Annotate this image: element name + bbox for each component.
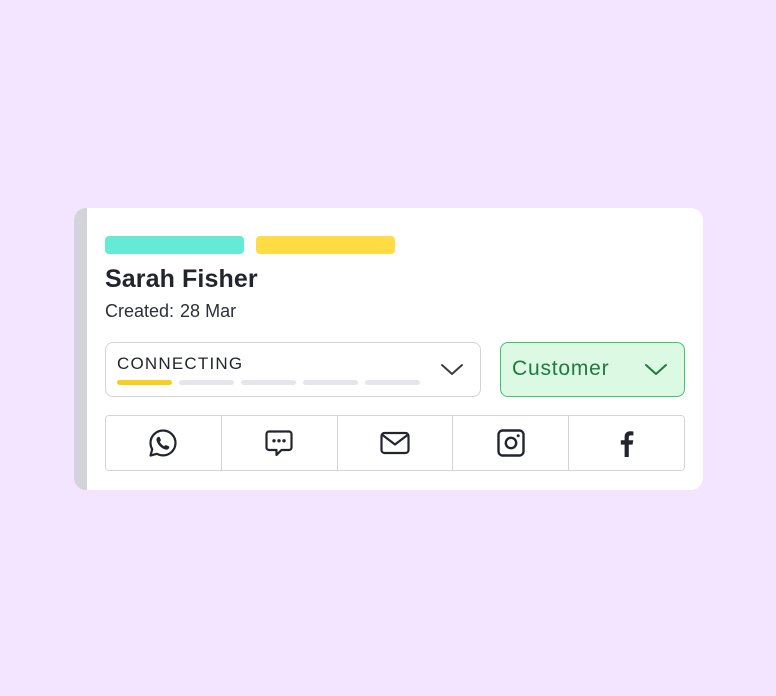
tag-yellow[interactable] bbox=[256, 236, 395, 254]
contact-type-dropdown[interactable]: Customer bbox=[500, 342, 685, 397]
email-button[interactable] bbox=[337, 416, 454, 470]
stage-progress-segment bbox=[179, 380, 234, 385]
stage-progress-segment bbox=[117, 380, 172, 385]
stage-progress-segment bbox=[241, 380, 296, 385]
mail-icon bbox=[380, 431, 410, 455]
created-label: Created: bbox=[105, 301, 175, 321]
channel-buttons bbox=[105, 415, 685, 471]
contact-card[interactable]: Sarah Fisher Created: 28 Mar CONNECTING C… bbox=[74, 208, 703, 490]
chevron-down-icon bbox=[441, 364, 463, 375]
tag-teal[interactable] bbox=[105, 236, 244, 254]
stage-progress-segment bbox=[303, 380, 358, 385]
whatsapp-icon bbox=[149, 429, 177, 457]
created-date: Created: 28 Mar bbox=[105, 301, 236, 322]
stage-dropdown[interactable]: CONNECTING bbox=[105, 342, 481, 397]
stage-progress-segment bbox=[365, 380, 420, 385]
facebook-button[interactable] bbox=[569, 416, 684, 470]
chat-bubble-icon bbox=[265, 430, 293, 457]
contact-type-label: Customer bbox=[512, 357, 610, 380]
card-accent-bar bbox=[74, 208, 87, 490]
stage-label: CONNECTING bbox=[117, 354, 244, 373]
created-value: 28 Mar bbox=[180, 301, 237, 321]
contact-name: Sarah Fisher bbox=[105, 265, 258, 293]
chevron-down-icon bbox=[645, 364, 667, 375]
whatsapp-button[interactable] bbox=[106, 416, 222, 470]
stage-progress bbox=[117, 380, 420, 385]
instagram-button[interactable] bbox=[453, 416, 570, 470]
chat-button[interactable] bbox=[221, 416, 338, 470]
facebook-icon bbox=[620, 431, 633, 457]
instagram-icon bbox=[497, 429, 525, 457]
